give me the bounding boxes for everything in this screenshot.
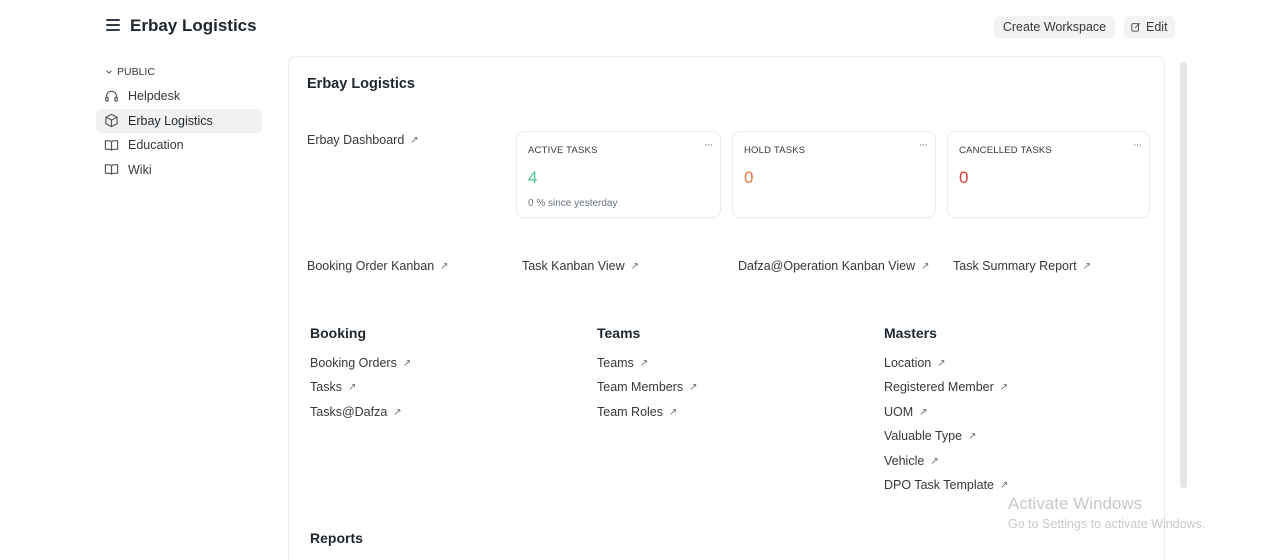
sidebar-item-erbay-logistics[interactable]: Erbay Logistics — [96, 108, 262, 133]
arrow-up-right-icon: ↗ — [440, 261, 449, 272]
group-title-booking: Booking — [310, 325, 366, 341]
book-icon — [104, 139, 119, 151]
link-dpo-task-template[interactable]: DPO Task Template ↗ — [884, 478, 1008, 492]
number-card-label: HOLD TASKS — [744, 145, 806, 156]
arrow-up-right-icon: ↗ — [402, 358, 412, 369]
book-open-icon — [104, 164, 119, 175]
arrow-up-right-icon: ↗ — [689, 382, 698, 393]
group-title-reports: Reports — [310, 530, 363, 546]
link-label: UOM — [884, 405, 914, 419]
edit-icon — [1131, 22, 1141, 32]
arrow-up-right-icon: ↗ — [347, 382, 357, 393]
number-card-label: ACTIVE TASKS — [528, 145, 598, 156]
link-registered-member[interactable]: Registered Member ↗ — [884, 380, 1008, 394]
number-card-label: CANCELLED TASKS — [959, 145, 1052, 156]
more-options-icon[interactable]: ··· — [704, 139, 713, 151]
arrow-up-right-icon: ↗ — [930, 456, 939, 467]
link-label: Teams — [597, 356, 634, 370]
number-card-value: 0 — [744, 168, 754, 187]
sidebar-item-label: Education — [128, 138, 184, 152]
sidebar-item-helpdesk[interactable]: Helpdesk — [96, 84, 266, 108]
edit-button-label: Edit — [1146, 20, 1168, 34]
number-card-cancelled-tasks[interactable]: CANCELLED TASKS ··· 0 — [947, 131, 1150, 218]
shortcut-task-kanban-view[interactable]: Task Kanban View ↗ — [522, 259, 639, 273]
arrow-up-right-icon: ↗ — [921, 261, 930, 272]
arrow-up-right-icon: ↗ — [1082, 261, 1092, 272]
number-card-active-tasks[interactable]: ACTIVE TASKS ··· 4 0 % since yesterday — [516, 131, 721, 218]
link-label: Team Roles — [597, 405, 663, 419]
create-workspace-button[interactable]: Create Workspace — [994, 16, 1115, 38]
arrow-up-right-icon: ↗ — [630, 261, 640, 272]
arrow-up-right-icon: ↗ — [999, 382, 1009, 393]
sidebar: PUBLIC Helpdesk Erbay Logistics Educatio… — [96, 60, 266, 182]
headset-icon — [105, 90, 118, 102]
scrollbar[interactable] — [1180, 62, 1187, 488]
link-label: Team Members — [597, 380, 684, 394]
number-card-value: 4 — [528, 168, 538, 187]
sidebar-item-label: Erbay Logistics — [128, 113, 213, 128]
link-booking-orders[interactable]: Booking Orders ↗ — [310, 356, 411, 370]
sidebar-item-wiki[interactable]: Wiki — [96, 158, 266, 182]
shortcut-booking-order-kanban[interactable]: Booking Order Kanban ↗ — [307, 259, 449, 273]
number-card-value: 0 — [959, 168, 969, 187]
arrow-up-right-icon: ↗ — [937, 358, 946, 369]
shortcut-label: Dafza@Operation Kanban View — [738, 259, 916, 273]
link-label: Vehicle — [884, 454, 925, 468]
link-label: Tasks — [310, 380, 342, 394]
arrow-up-right-icon: ↗ — [639, 358, 649, 369]
menu-toggle-icon[interactable] — [106, 19, 120, 33]
activation-watermark-subtitle: Go to Settings to activate Windows. — [1008, 517, 1206, 531]
arrow-up-right-icon: ↗ — [410, 135, 419, 146]
shortcut-label: Task Kanban View — [522, 259, 625, 273]
more-options-icon[interactable]: ··· — [919, 139, 928, 151]
sidebar-section-label: PUBLIC — [117, 66, 155, 78]
shortcut-task-summary-report[interactable]: Task Summary Report ↗ — [953, 259, 1091, 273]
dashboard-link[interactable]: Erbay Dashboard ↗ — [307, 133, 419, 147]
arrow-up-right-icon: ↗ — [919, 407, 928, 418]
page-title: Erbay Logistics — [130, 16, 257, 35]
arrow-up-right-icon: ↗ — [968, 431, 977, 442]
link-valuable-type[interactable]: Valuable Type ↗ — [884, 429, 976, 443]
link-label: Location — [884, 356, 932, 370]
page-header: Erbay Logistics Create Workspace Edit — [0, 0, 1280, 52]
link-tasks[interactable]: Tasks ↗ — [310, 380, 356, 394]
link-tasks-dafza[interactable]: Tasks@Dafza ↗ — [310, 405, 402, 419]
number-card-change: 0 % since yesterday — [528, 198, 618, 209]
cube-icon — [105, 113, 118, 128]
link-label: DPO Task Template — [884, 478, 995, 492]
link-teams[interactable]: Teams ↗ — [597, 356, 648, 370]
number-card-hold-tasks[interactable]: HOLD TASKS ··· 0 — [732, 131, 936, 218]
sidebar-section-public[interactable]: PUBLIC — [96, 60, 266, 84]
link-team-roles[interactable]: Team Roles ↗ — [597, 405, 677, 419]
sidebar-item-education[interactable]: Education — [96, 133, 266, 157]
workspace-title: Erbay Logistics — [307, 76, 415, 92]
dashboard-link-label: Erbay Dashboard — [307, 133, 405, 147]
sidebar-item-label: Wiki — [128, 162, 152, 177]
link-team-members[interactable]: Team Members ↗ — [597, 380, 698, 394]
shortcut-label: Task Summary Report — [953, 259, 1077, 273]
edit-button[interactable]: Edit — [1124, 16, 1175, 38]
arrow-up-right-icon: ↗ — [1000, 480, 1009, 491]
group-title-masters: Masters — [884, 325, 937, 341]
more-options-icon[interactable]: ··· — [1133, 139, 1142, 151]
link-vehicle[interactable]: Vehicle ↗ — [884, 454, 939, 468]
link-label: Tasks@Dafza — [310, 405, 388, 419]
sidebar-item-label: Helpdesk — [128, 89, 181, 103]
link-label: Booking Orders — [310, 356, 397, 370]
chevron-down-icon — [106, 70, 112, 74]
link-uom[interactable]: UOM ↗ — [884, 405, 928, 419]
link-label: Registered Member — [884, 380, 994, 394]
link-location[interactable]: Location ↗ — [884, 356, 946, 370]
link-label: Valuable Type — [884, 429, 963, 443]
group-title-teams: Teams — [597, 325, 641, 341]
activation-watermark-title: Activate Windows — [1008, 494, 1143, 513]
arrow-up-right-icon: ↗ — [393, 407, 402, 418]
shortcut-label: Booking Order Kanban — [307, 259, 435, 273]
arrow-up-right-icon: ↗ — [669, 407, 678, 418]
shortcut-dafza-operation-kanban[interactable]: Dafza@Operation Kanban View ↗ — [738, 259, 930, 273]
